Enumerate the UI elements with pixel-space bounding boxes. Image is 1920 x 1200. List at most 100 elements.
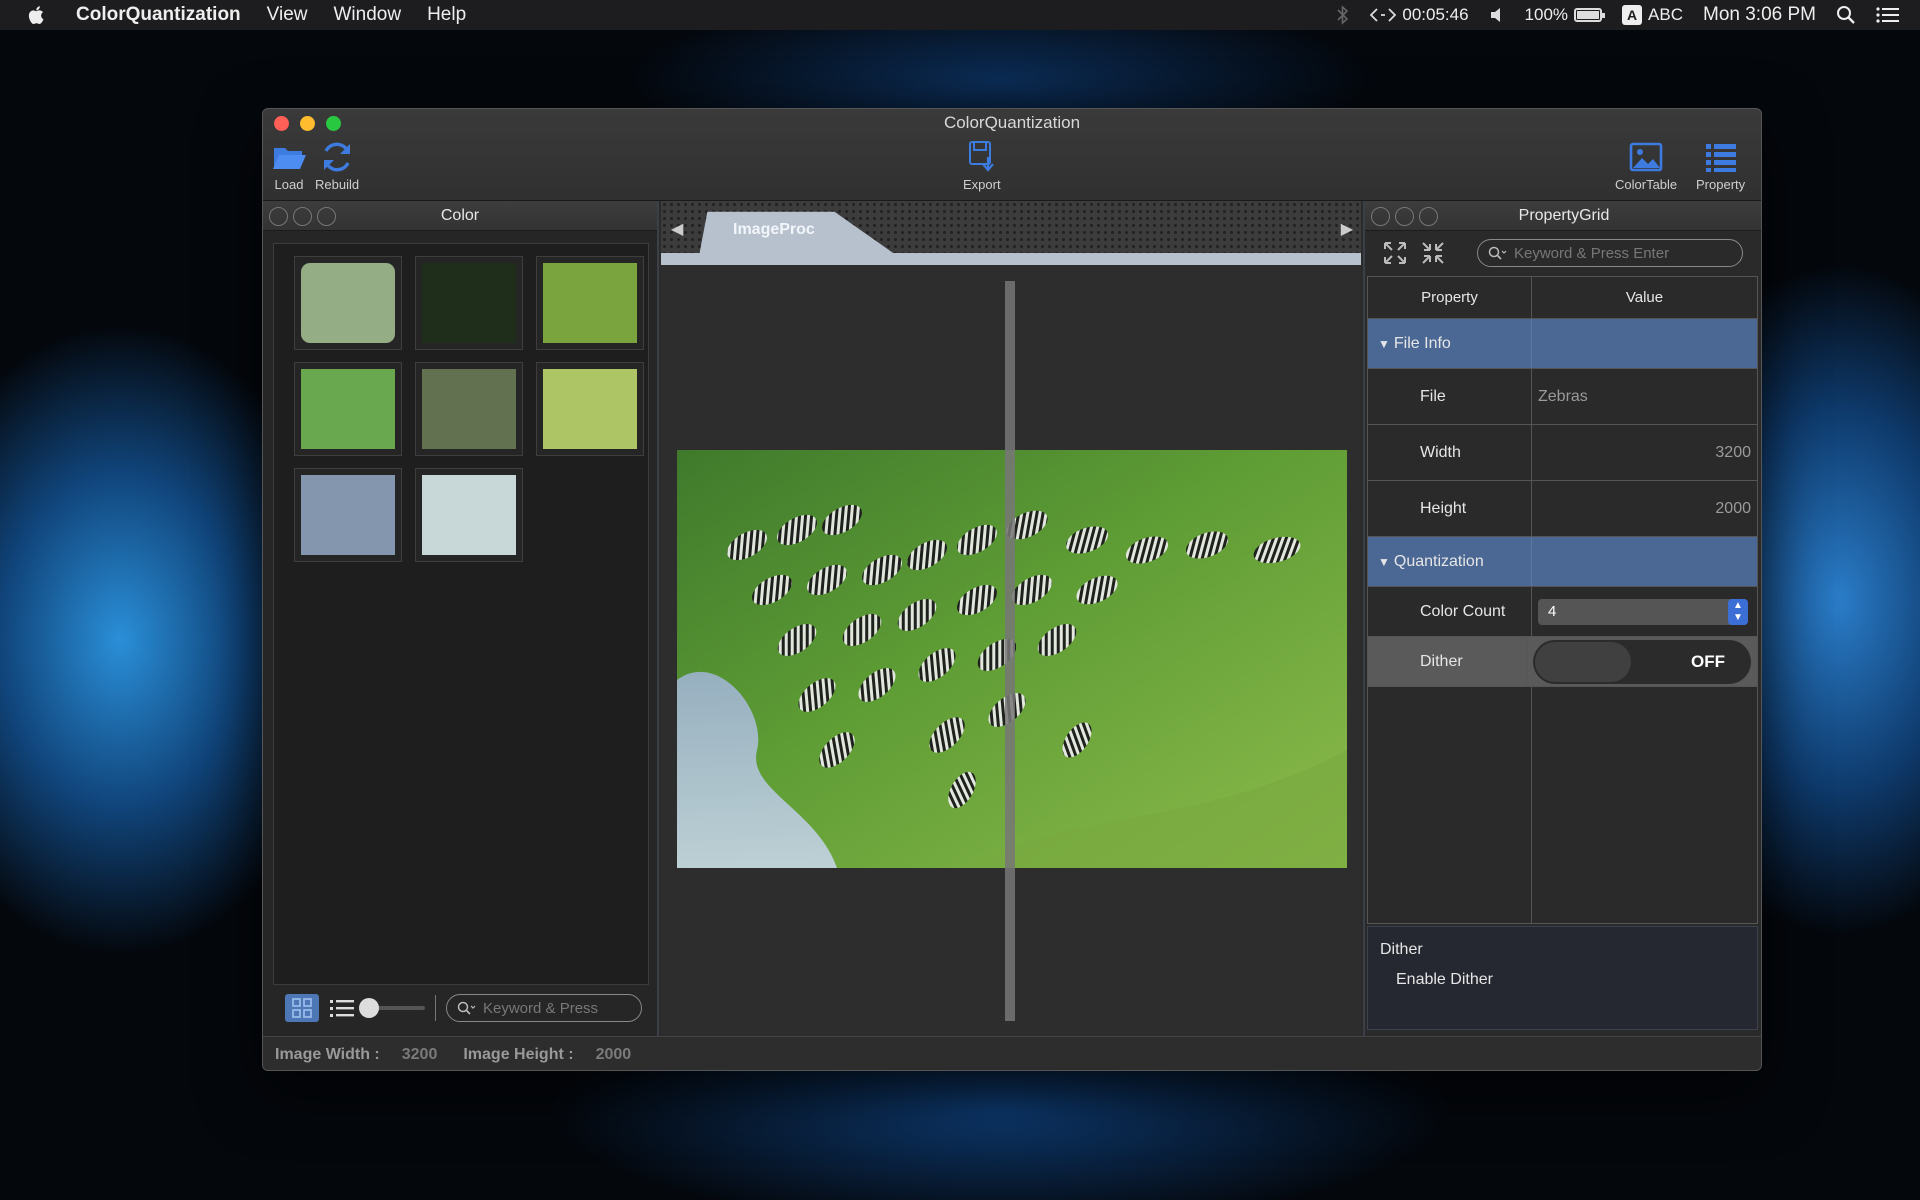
property-file-value[interactable]: Zebras [1538, 388, 1588, 406]
category-file-info[interactable]: ▼ File Info [1368, 319, 1757, 369]
property-file-label: File [1420, 387, 1446, 405]
category-quantization[interactable]: ▼ Quantization [1368, 537, 1757, 587]
load-button[interactable]: Load [271, 139, 307, 192]
footer-divider [435, 995, 436, 1021]
timer-status[interactable]: 00:05:46 [1370, 5, 1469, 25]
image-icon [1629, 142, 1663, 172]
input-source-label: ABC [1648, 5, 1683, 24]
property-row-width[interactable]: Width 3200 [1368, 425, 1757, 481]
list-icon [1705, 144, 1736, 172]
color-search-input[interactable]: Keyword & Press [446, 994, 642, 1022]
panel-minimize-button[interactable] [1395, 207, 1414, 226]
color-panel-header: Color [263, 201, 657, 231]
color-panel: Color Keyword & Press [263, 201, 659, 1036]
export-label: Export [963, 177, 1001, 192]
dither-toggle[interactable]: OFF [1533, 639, 1751, 684]
panel-minimize-button[interactable] [293, 207, 312, 226]
property-panel-title: PropertyGrid [1518, 207, 1610, 224]
property-row-dither[interactable]: Dither OFF [1368, 637, 1757, 687]
color-swatch[interactable] [415, 468, 523, 562]
image-height-value: 2000 [595, 1045, 632, 1063]
volume-icon[interactable] [1489, 6, 1505, 24]
color-panel-title: Color [440, 207, 480, 224]
color-swatch[interactable] [294, 362, 402, 456]
apple-icon[interactable] [26, 4, 48, 26]
column-header-property[interactable]: Property [1368, 277, 1532, 318]
property-label: Property [1696, 177, 1746, 192]
rebuild-label: Rebuild [315, 177, 360, 192]
color-swatch[interactable] [294, 256, 402, 350]
property-width-value[interactable]: 3200 [1715, 444, 1751, 462]
property-row-color-count[interactable]: Color Count 4 ▲ ▼ [1368, 587, 1757, 637]
color-count-stepper[interactable]: 4 ▲ ▼ [1538, 598, 1748, 625]
panel-zoom-button[interactable] [317, 207, 336, 226]
column-header-value[interactable]: Value [1532, 277, 1757, 318]
swatch-size-slider[interactable] [359, 998, 425, 1018]
colortable-button[interactable]: ColorTable [1615, 139, 1677, 192]
property-panel-header: PropertyGrid [1365, 201, 1761, 231]
property-search-input[interactable]: Keyword & Press Enter [1477, 239, 1743, 267]
menu-bar: ColorQuantization View Window Help 00:05… [0, 0, 1920, 30]
property-height-label: Height [1420, 499, 1467, 517]
panel-close-button[interactable] [269, 207, 288, 226]
disclosure-triangle-icon[interactable]: ▼ [1378, 555, 1390, 569]
property-button[interactable]: Property [1696, 139, 1745, 192]
property-dither-label: Dither [1420, 652, 1463, 670]
property-row-file[interactable]: File Zebras [1368, 369, 1757, 425]
category-quantization-label: Quantization [1393, 552, 1484, 570]
grid-icon [292, 998, 312, 1018]
menu-app-name[interactable]: ColorQuantization [76, 4, 241, 26]
export-icon [968, 141, 994, 172]
clock[interactable]: Mon 3:06 PM [1703, 4, 1816, 26]
menu-window[interactable]: Window [334, 4, 402, 26]
list-view-icon[interactable] [329, 997, 355, 1019]
color-swatch[interactable] [536, 362, 644, 456]
color-swatch[interactable] [415, 256, 523, 350]
tab-scroll-right-icon[interactable]: ▶ [1341, 219, 1353, 239]
notification-center-icon[interactable] [1876, 6, 1900, 24]
tab-imageproc-label: ImageProc [733, 221, 815, 238]
property-toolbar: Keyword & Press Enter [1365, 231, 1761, 275]
image-width-value: 3200 [401, 1045, 438, 1063]
battery-percent: 100% [1524, 5, 1569, 24]
property-search-placeholder: Keyword & Press Enter [1514, 244, 1670, 262]
color-swatch[interactable] [294, 468, 402, 562]
swatch-grid [273, 243, 649, 985]
dither-toggle-state: OFF [1691, 651, 1725, 671]
timer-text: 00:05:46 [1402, 5, 1469, 24]
tab-scroll-left-icon[interactable]: ◀ [671, 219, 683, 239]
grid-view-button[interactable] [285, 994, 319, 1022]
export-button[interactable]: Export [963, 139, 1001, 192]
battery-icon [1574, 8, 1606, 22]
bluetooth-icon[interactable] [1336, 5, 1350, 25]
toggle-thumb [1535, 641, 1631, 682]
code-arrows-icon [1370, 8, 1397, 22]
refresh-icon [324, 142, 351, 172]
image-height-label: Image Height : [463, 1045, 574, 1063]
disclosure-triangle-icon[interactable]: ▼ [1378, 337, 1390, 351]
search-icon [1488, 246, 1507, 260]
input-source[interactable]: A ABC [1622, 5, 1683, 25]
collapse-all-icon[interactable] [1419, 239, 1447, 267]
color-swatch[interactable] [536, 256, 644, 350]
battery-status[interactable]: 100% [1524, 5, 1606, 25]
property-height-value[interactable]: 2000 [1715, 500, 1751, 518]
search-icon [457, 1001, 476, 1015]
expand-all-icon[interactable] [1381, 239, 1409, 267]
rebuild-button[interactable]: Rebuild [315, 139, 359, 192]
spotlight-icon[interactable] [1836, 5, 1856, 25]
menu-view[interactable]: View [267, 4, 308, 26]
menu-extras: 00:05:46 100% A ABC Mon 3:06 PM [1336, 0, 1920, 30]
property-row-height[interactable]: Height 2000 [1368, 481, 1757, 537]
folder-open-icon [273, 148, 306, 169]
property-width-label: Width [1420, 443, 1461, 461]
menu-help[interactable]: Help [427, 4, 466, 26]
property-grid-header: Property Value [1368, 277, 1757, 319]
panel-zoom-button[interactable] [1419, 207, 1438, 226]
panel-close-button[interactable] [1371, 207, 1390, 226]
color-swatch[interactable] [415, 362, 523, 456]
stepper-arrows-icon[interactable]: ▲ ▼ [1728, 598, 1748, 625]
compare-splitter[interactable] [1005, 281, 1015, 1021]
color-search-placeholder: Keyword & Press [483, 999, 599, 1017]
slider-knob[interactable] [359, 998, 379, 1018]
